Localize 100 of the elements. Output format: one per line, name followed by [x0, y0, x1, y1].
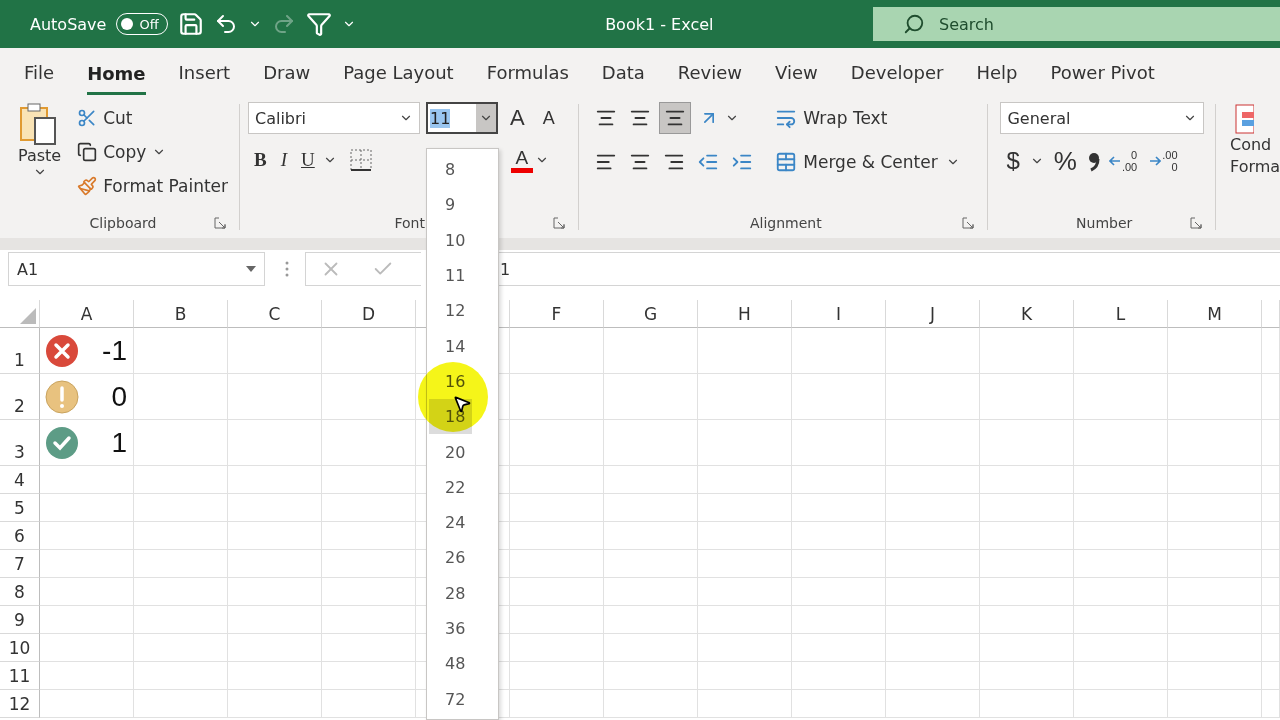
- table-cell: [1262, 374, 1280, 420]
- dialog-launcher-icon[interactable]: [962, 217, 975, 229]
- wrap-text-button[interactable]: Wrap Text: [771, 102, 960, 134]
- font-size-option[interactable]: 11: [429, 257, 472, 294]
- cell-value: 1: [111, 426, 127, 459]
- column-header[interactable]: K: [980, 300, 1074, 328]
- ribbon-tab[interactable]: Developer: [850, 48, 944, 96]
- row-header[interactable]: 4: [0, 466, 40, 494]
- merge-center-button[interactable]: Merge & Center: [771, 146, 942, 178]
- row-header[interactable]: 1: [0, 328, 40, 374]
- column-header[interactable]: F: [510, 300, 604, 328]
- row-header[interactable]: 5: [0, 494, 40, 522]
- underline-button[interactable]: U: [295, 144, 321, 176]
- format-painter-button[interactable]: Format Painter: [73, 170, 232, 202]
- shrink-font-button[interactable]: A: [536, 102, 561, 134]
- table-cell: [1262, 466, 1280, 494]
- font-name-field[interactable]: Calibri: [248, 102, 420, 134]
- font-size-option[interactable]: 36: [429, 610, 472, 647]
- row-header[interactable]: 11: [0, 662, 40, 690]
- cell-value: 0: [111, 380, 127, 413]
- table-cell: [1262, 606, 1280, 634]
- column-header[interactable]: H: [698, 300, 792, 328]
- group-label: Number: [1076, 215, 1133, 231]
- paste-button[interactable]: Paste: [14, 102, 66, 208]
- column-header[interactable]: D: [322, 300, 416, 328]
- grow-font-button[interactable]: A: [504, 102, 531, 134]
- column-header[interactable]: L: [1074, 300, 1168, 328]
- window-title: Book1 - Excel: [604, 14, 715, 34]
- column-header[interactable]: I: [792, 300, 886, 328]
- column-header[interactable]: G: [604, 300, 698, 328]
- table-cell: [1262, 690, 1280, 718]
- increase-decimal-button[interactable]: 0 .00: [1104, 144, 1142, 178]
- ribbon-tab[interactable]: Formulas: [486, 48, 569, 96]
- font-size-option[interactable]: 14: [429, 328, 472, 364]
- ribbon-tab[interactable]: File: [24, 48, 55, 96]
- ribbon-tab[interactable]: Data: [601, 48, 645, 96]
- font-size-option[interactable]: 12: [429, 293, 472, 329]
- font-size-option[interactable]: 48: [429, 646, 472, 682]
- font-size-option[interactable]: 9: [429, 187, 472, 223]
- ribbon-tab[interactable]: Insert: [178, 48, 231, 96]
- ribbon-tab[interactable]: Help: [976, 48, 1018, 96]
- group-label: Clipboard: [89, 215, 157, 231]
- row-header[interactable]: 9: [0, 606, 40, 634]
- check-circle-icon: [45, 425, 79, 460]
- row-header[interactable]: 7: [0, 550, 40, 578]
- ribbon-tab[interactable]: Power Pivot: [1050, 48, 1155, 96]
- font-size-option[interactable]: 20: [429, 434, 472, 470]
- search-field[interactable]: Search: [873, 7, 1280, 41]
- currency-button[interactable]: $: [1000, 145, 1026, 177]
- dialog-launcher-icon[interactable]: [214, 217, 226, 229]
- merge-cells-icon: [775, 151, 798, 173]
- number-format-field[interactable]: General: [1000, 102, 1205, 134]
- borders-icon[interactable]: [348, 148, 373, 172]
- autosave-label: AutoSave: [30, 14, 107, 34]
- column-header[interactable]: B: [134, 300, 228, 328]
- percent-button[interactable]: %: [1047, 145, 1083, 177]
- copy-icon: [77, 142, 98, 162]
- font-size-field[interactable]: 11: [426, 102, 498, 134]
- table-cell: [1262, 420, 1280, 466]
- ribbon-tab[interactable]: View: [775, 48, 818, 96]
- table-cell: [1262, 328, 1280, 374]
- caret-icon: [246, 266, 256, 272]
- table-cell: [1262, 634, 1280, 662]
- table-cell: [1262, 550, 1280, 578]
- ribbon-tab[interactable]: Page Layout: [343, 48, 454, 96]
- font-size-option[interactable]: 8: [429, 152, 472, 188]
- save-icon[interactable]: [177, 11, 204, 37]
- bold-button[interactable]: B: [248, 144, 273, 176]
- bottom-align-button[interactable]: [659, 102, 692, 134]
- row-header[interactable]: 6: [0, 522, 40, 550]
- ribbon-tab[interactable]: Draw: [263, 48, 311, 96]
- dialog-launcher-icon[interactable]: [553, 217, 566, 229]
- conditional-formatting-button[interactable]: Cond Forma: [1216, 96, 1280, 238]
- copy-button[interactable]: Copy: [73, 136, 151, 168]
- formula-field[interactable]: 1: [494, 252, 1280, 286]
- ribbon-tab[interactable]: Review: [677, 48, 743, 96]
- font-size-option[interactable]: 22: [429, 469, 472, 505]
- font-size-option[interactable]: 28: [429, 575, 472, 611]
- decrease-decimal-button[interactable]: .00 0: [1145, 144, 1182, 178]
- font-size-option[interactable]: 72: [429, 681, 472, 717]
- font-color-button[interactable]: A: [504, 144, 555, 176]
- paintbrush-icon: [77, 176, 98, 196]
- row-header[interactable]: 3: [0, 420, 40, 466]
- filter-icon[interactable]: [305, 11, 332, 37]
- comma-style-icon[interactable]: [1086, 150, 1101, 172]
- font-size-option[interactable]: 26: [429, 540, 472, 576]
- column-header[interactable]: J: [886, 300, 980, 328]
- row-header[interactable]: 8: [0, 578, 40, 606]
- font-size-option[interactable]: 10: [429, 222, 472, 258]
- column-header[interactable]: M: [1168, 300, 1262, 328]
- italic-button[interactable]: I: [274, 144, 293, 176]
- row-header[interactable]: 10: [0, 634, 40, 662]
- column-header[interactable]: A: [40, 300, 134, 328]
- row-header[interactable]: 12: [0, 690, 40, 718]
- cut-button[interactable]: Cut: [73, 102, 232, 134]
- row-header[interactable]: 2: [0, 374, 40, 420]
- name-box[interactable]: A1: [8, 252, 265, 286]
- dialog-launcher-icon[interactable]: [1190, 217, 1202, 229]
- font-size-option[interactable]: 24: [429, 504, 472, 541]
- column-header[interactable]: C: [228, 300, 322, 328]
